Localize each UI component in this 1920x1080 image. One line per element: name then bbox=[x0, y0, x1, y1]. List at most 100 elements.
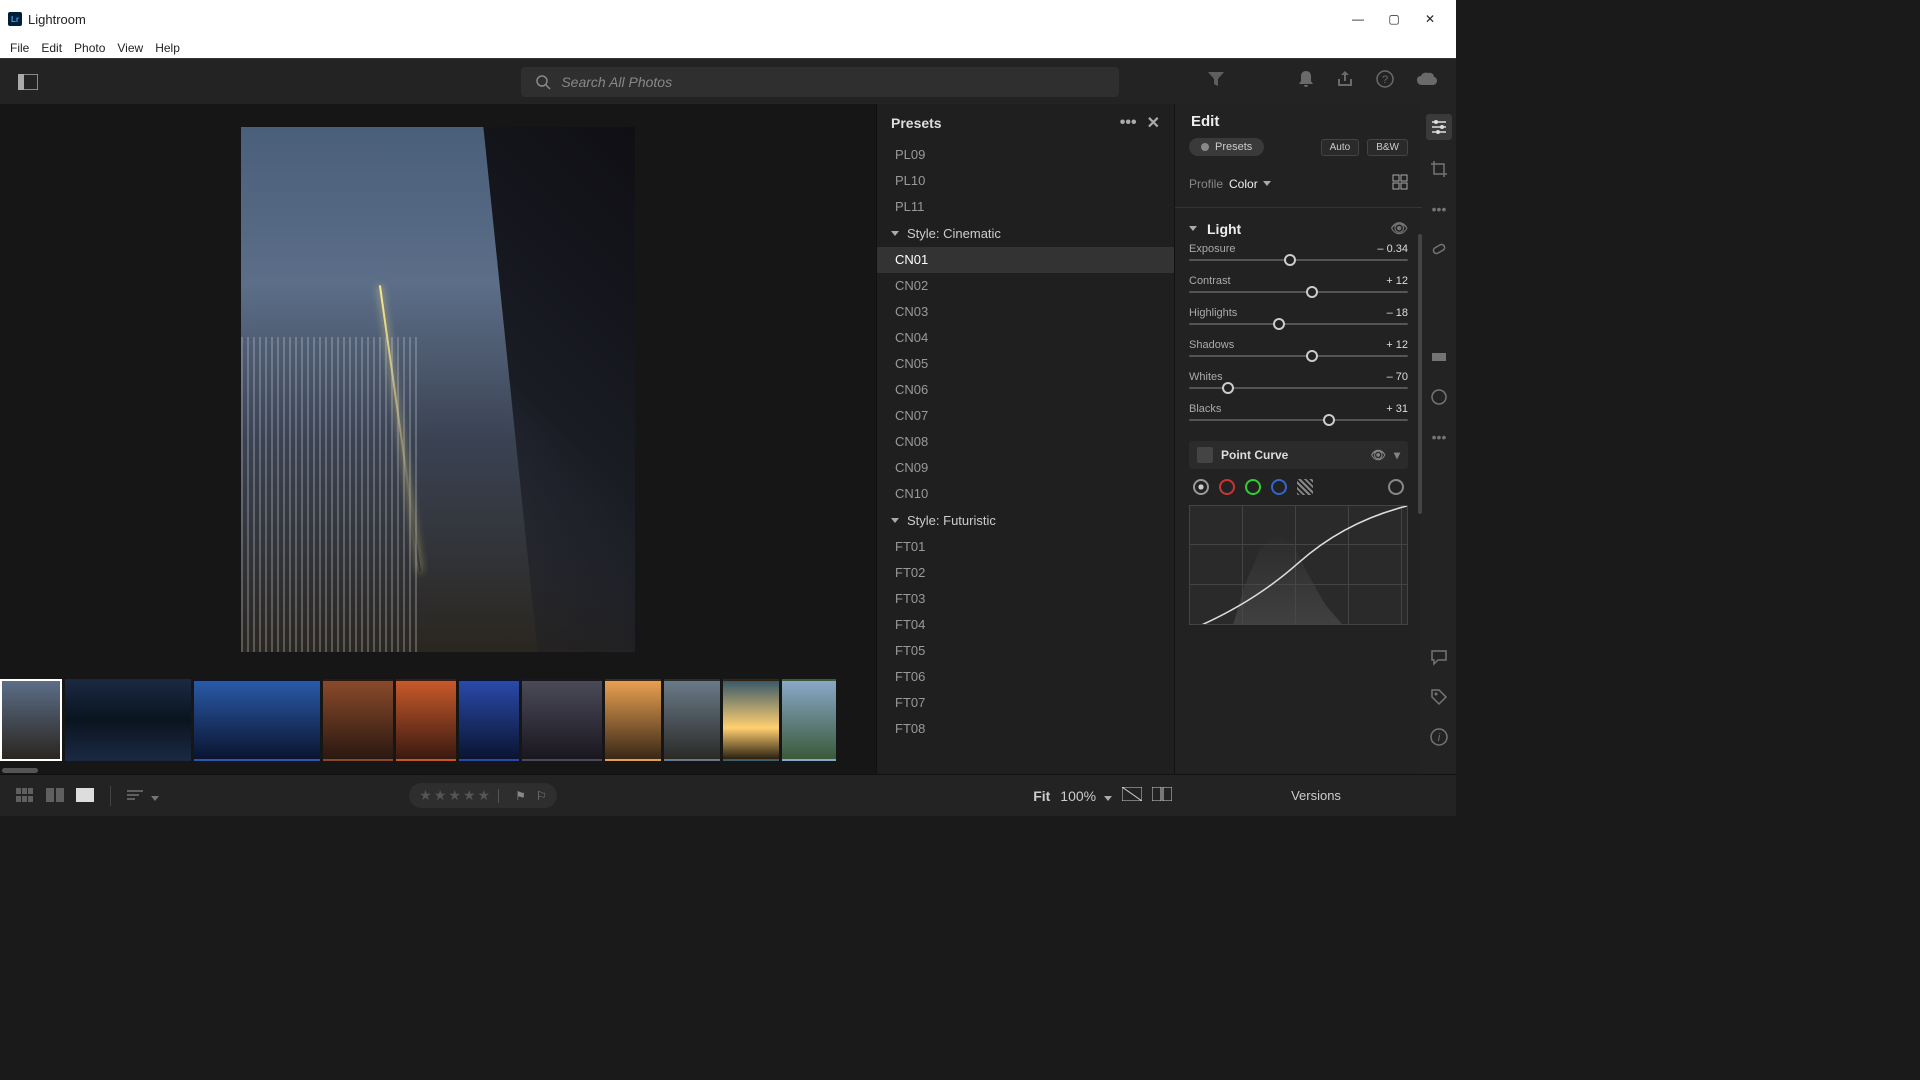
linear-gradient-icon[interactable] bbox=[1428, 346, 1450, 368]
edit-panel-scrollbar[interactable] bbox=[1418, 234, 1422, 514]
thumbnail[interactable] bbox=[522, 679, 602, 761]
search-input[interactable]: Search All Photos bbox=[521, 67, 1119, 97]
preset-item[interactable]: CN02 bbox=[877, 273, 1174, 299]
presets-more-icon[interactable]: ••• bbox=[1120, 114, 1137, 132]
thumbnail[interactable] bbox=[664, 679, 720, 761]
preset-item[interactable]: CN09 bbox=[877, 455, 1174, 481]
keywords-icon[interactable] bbox=[1428, 686, 1450, 708]
window-close-button[interactable]: ✕ bbox=[1412, 12, 1448, 26]
blacks-slider[interactable]: Blacks+ 31 bbox=[1189, 403, 1408, 421]
star-icon[interactable]: ★ bbox=[448, 787, 461, 804]
versions-button[interactable]: Versions bbox=[1192, 788, 1440, 803]
healing-tool-icon[interactable] bbox=[1428, 238, 1450, 260]
thumbnail[interactable] bbox=[65, 679, 191, 761]
menu-view[interactable]: View bbox=[111, 41, 149, 55]
menu-edit[interactable]: Edit bbox=[35, 41, 68, 55]
preset-item[interactable]: CN06 bbox=[877, 377, 1174, 403]
star-icon[interactable]: ★ bbox=[419, 787, 432, 804]
preset-item[interactable]: CN07 bbox=[877, 403, 1174, 429]
preset-item[interactable]: CN10 bbox=[877, 481, 1174, 507]
brush-tool-icon[interactable] bbox=[1428, 278, 1450, 300]
window-minimize-button[interactable]: — bbox=[1340, 12, 1376, 26]
preset-item[interactable]: FT06 bbox=[877, 664, 1174, 690]
contrast-slider[interactable]: Contrast+ 12 bbox=[1189, 275, 1408, 293]
thumbnail[interactable] bbox=[782, 679, 836, 761]
rating-stars[interactable]: ★ ★ ★ ★ ★ ⚑ ⚐ bbox=[409, 783, 556, 808]
preset-item[interactable]: FT04 bbox=[877, 612, 1174, 638]
star-icon[interactable]: ★ bbox=[463, 787, 476, 804]
zoom-value[interactable]: 100% bbox=[1060, 788, 1112, 804]
flag-reject-icon[interactable]: ⚐ bbox=[536, 789, 547, 803]
preset-item[interactable]: PL10 bbox=[877, 168, 1174, 194]
thumbnail[interactable] bbox=[0, 679, 62, 761]
detail-view-icon[interactable] bbox=[76, 788, 96, 804]
menu-help[interactable]: Help bbox=[149, 41, 186, 55]
radial-gradient-icon[interactable] bbox=[1428, 386, 1450, 408]
preset-item[interactable]: CN04 bbox=[877, 325, 1174, 351]
image-viewport[interactable] bbox=[0, 104, 876, 674]
thumbnail[interactable] bbox=[396, 679, 456, 761]
exposure-slider[interactable]: Exposure– 0.34 bbox=[1189, 243, 1408, 261]
preset-item[interactable]: CN01 bbox=[877, 247, 1174, 273]
whites-slider[interactable]: Whites– 70 bbox=[1189, 371, 1408, 389]
preset-group-futuristic[interactable]: Style: Futuristic bbox=[877, 507, 1174, 534]
toggle-panels-icon[interactable] bbox=[18, 74, 38, 90]
more-icon[interactable]: ••• bbox=[1428, 198, 1450, 220]
thumbnail[interactable] bbox=[723, 679, 779, 761]
info-icon[interactable]: i bbox=[1428, 726, 1450, 748]
fit-label[interactable]: Fit bbox=[1033, 788, 1050, 804]
more-icon[interactable]: ••• bbox=[1428, 426, 1450, 448]
point-curve-header[interactable]: Point Curve 👁▾ bbox=[1189, 441, 1408, 469]
preset-item[interactable]: CN05 bbox=[877, 351, 1174, 377]
preset-item[interactable]: PL11 bbox=[877, 194, 1174, 220]
curve-parametric-icon[interactable] bbox=[1297, 479, 1313, 495]
sort-icon[interactable] bbox=[125, 788, 145, 804]
preset-item[interactable]: FT03 bbox=[877, 586, 1174, 612]
preset-item[interactable]: FT02 bbox=[877, 560, 1174, 586]
curve-target-icon[interactable] bbox=[1388, 479, 1404, 495]
curve-channel-blue[interactable] bbox=[1271, 479, 1287, 495]
highlights-slider[interactable]: Highlights– 18 bbox=[1189, 307, 1408, 325]
presets-close-icon[interactable]: ✕ bbox=[1147, 113, 1160, 133]
window-maximize-button[interactable]: ▢ bbox=[1376, 12, 1412, 26]
curve-channel-luminance[interactable] bbox=[1193, 479, 1209, 495]
star-icon[interactable]: ★ bbox=[478, 787, 491, 804]
tone-curve-editor[interactable] bbox=[1189, 505, 1408, 625]
preset-group-cinematic[interactable]: Style: Cinematic bbox=[877, 220, 1174, 247]
filter-icon[interactable] bbox=[1207, 71, 1225, 92]
crop-tool-icon[interactable] bbox=[1428, 158, 1450, 180]
eye-icon[interactable]: 👁 bbox=[1390, 220, 1408, 237]
thumbnail[interactable] bbox=[459, 679, 519, 761]
preset-item[interactable]: FT07 bbox=[877, 690, 1174, 716]
notifications-icon[interactable] bbox=[1298, 70, 1314, 93]
menu-file[interactable]: File bbox=[4, 41, 35, 55]
bw-button[interactable]: B&W bbox=[1367, 139, 1408, 156]
cloud-sync-icon[interactable] bbox=[1416, 71, 1438, 92]
menu-photo[interactable]: Photo bbox=[68, 41, 111, 55]
thumbnail[interactable] bbox=[194, 679, 320, 761]
thumbnail[interactable] bbox=[605, 679, 661, 761]
preset-item[interactable]: FT01 bbox=[877, 534, 1174, 560]
auto-button[interactable]: Auto bbox=[1321, 139, 1360, 156]
sort-dropdown-icon[interactable] bbox=[151, 788, 171, 804]
curve-channel-red[interactable] bbox=[1219, 479, 1235, 495]
shadows-slider[interactable]: Shadows+ 12 bbox=[1189, 339, 1408, 357]
thumbnail[interactable] bbox=[323, 679, 393, 761]
preset-item[interactable]: FT05 bbox=[877, 638, 1174, 664]
preset-item[interactable]: CN03 bbox=[877, 299, 1174, 325]
comments-icon[interactable] bbox=[1428, 646, 1450, 668]
preset-item[interactable]: CN08 bbox=[877, 429, 1174, 455]
presets-button[interactable]: Presets bbox=[1189, 138, 1264, 156]
profile-browser-icon[interactable] bbox=[1392, 174, 1408, 193]
filmstrip-scrollbar[interactable] bbox=[0, 768, 876, 774]
chevron-down-icon[interactable]: ▾ bbox=[1394, 448, 1400, 462]
compare-view-icon[interactable] bbox=[46, 788, 66, 804]
edit-tool-icon[interactable] bbox=[1426, 114, 1452, 140]
grid-view-icon[interactable] bbox=[16, 788, 36, 804]
curve-channel-green[interactable] bbox=[1245, 479, 1261, 495]
preset-item[interactable]: FT08 bbox=[877, 716, 1174, 742]
eye-icon[interactable]: 👁 bbox=[1371, 448, 1386, 462]
star-icon[interactable]: ★ bbox=[434, 787, 447, 804]
original-toggle-icon[interactable] bbox=[1152, 787, 1172, 804]
preset-item[interactable]: PL09 bbox=[877, 142, 1174, 168]
